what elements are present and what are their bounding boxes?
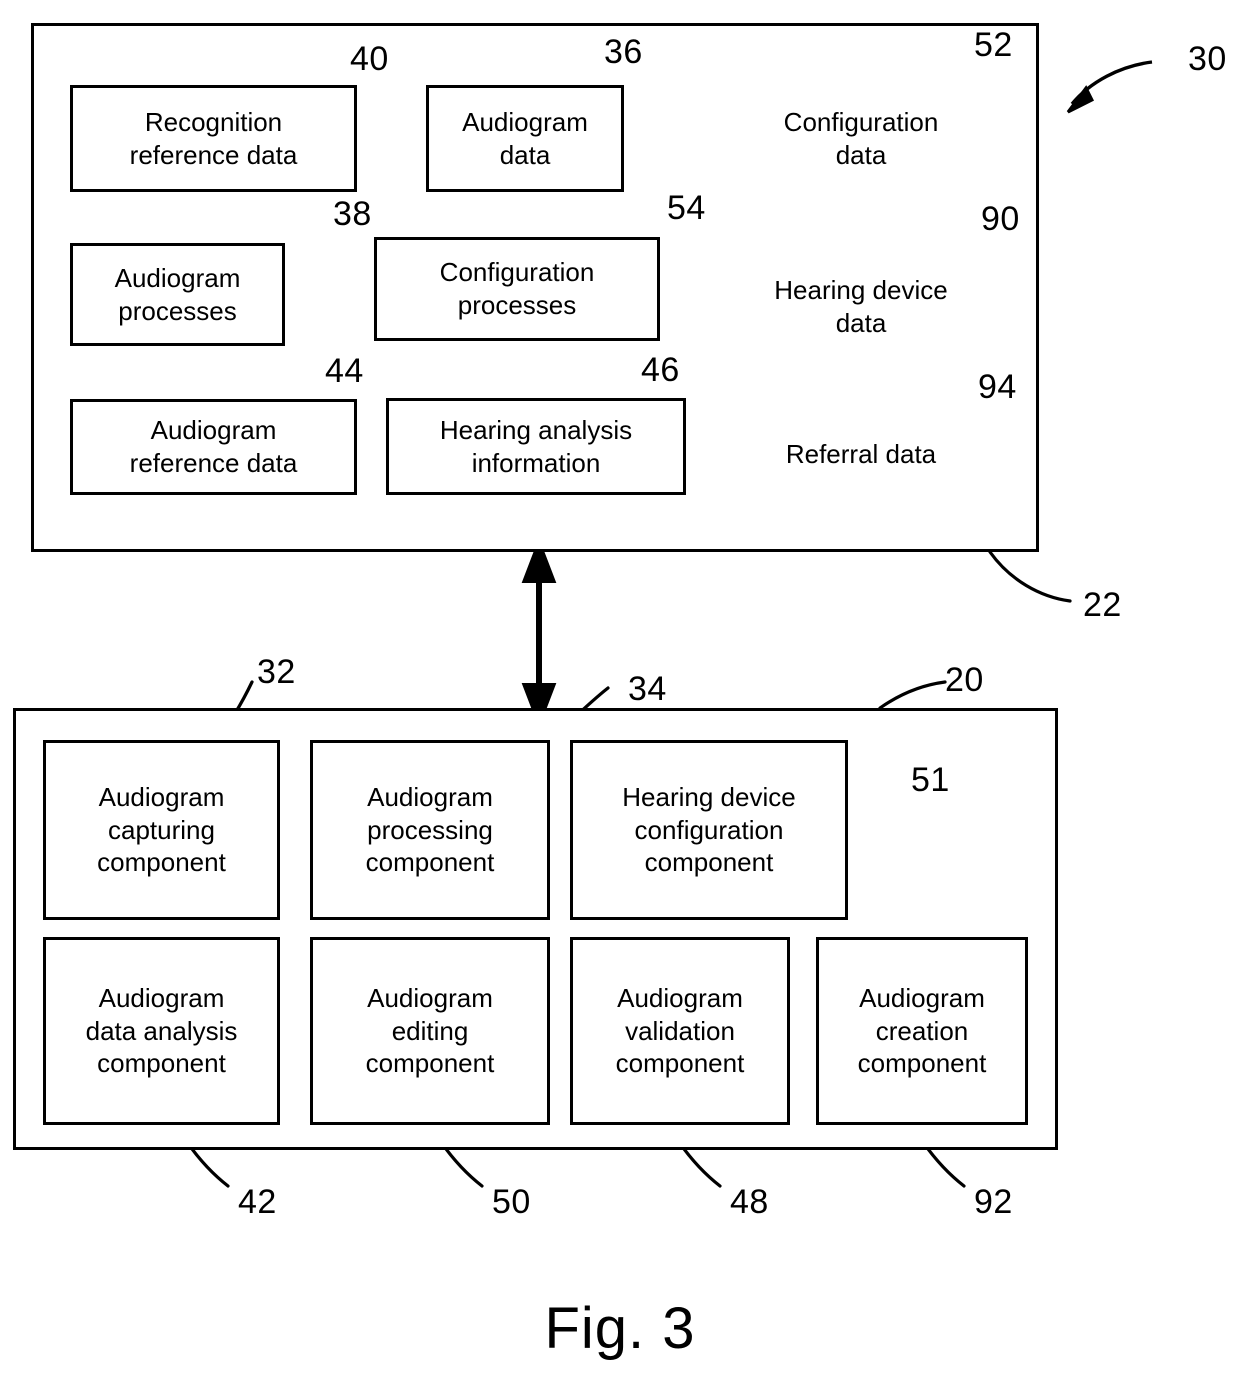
database-referral-data: Referral data <box>722 402 1000 510</box>
box-audiogram-capturing-component: Audiogram capturing component <box>43 740 280 920</box>
database-referral-data-label: Referral data <box>785 439 937 469</box>
box-hearing-device-configuration-component-label: Hearing device configuration component <box>622 781 796 878</box>
system-arrow-30-head <box>1066 85 1095 114</box>
box-audiogram-reference-data-label: Audiogram reference data <box>129 415 298 478</box>
box-audiogram-creation-component-label: Audiogram creation component <box>857 982 987 1079</box>
ref-numeral-40: 40 <box>350 40 389 78</box>
box-hearing-analysis-information-label: Hearing analysis information <box>439 414 633 478</box>
box-audiogram-processing-component: Audiogram processing component <box>310 740 550 920</box>
box-audiogram-processes-label: Audiogram processes <box>114 262 241 326</box>
database-hearing-device-data: Hearing device data <box>722 234 1000 372</box>
bidirectional-link-arrow <box>521 537 557 729</box>
ref-numeral-46: 46 <box>641 351 680 389</box>
box-audiogram-data-analysis-component: Audiogram data analysis component <box>43 937 280 1125</box>
ref-numeral-90: 90 <box>981 200 1020 238</box>
leader-22 <box>988 550 1072 603</box>
box-audiogram-processes: Audiogram processes <box>70 243 285 346</box>
ref-numeral-44: 44 <box>325 352 364 390</box>
system-arrow-30 <box>1070 60 1153 106</box>
box-hearing-analysis-information: Hearing analysis information <box>386 398 686 495</box>
box-configuration-processes-label: Configuration processes <box>439 257 595 320</box>
leader-20 <box>878 680 947 710</box>
box-audiogram-data-label: Audiogram data <box>462 106 588 170</box>
box-configuration-processes: Configuration processes <box>374 237 660 341</box>
database-hearing-device-data-label: Hearing device data <box>774 275 948 338</box>
box-audiogram-data: Audiogram data <box>426 85 624 192</box>
ref-numeral-30: 30 <box>1188 40 1227 78</box>
ref-numeral-51: 51 <box>911 761 950 799</box>
box-audiogram-validation-component: Audiogram validation component <box>570 937 790 1125</box>
box-audiogram-editing-component: Audiogram editing component <box>310 937 550 1125</box>
ref-numeral-22: 22 <box>1083 586 1122 624</box>
box-recognition-reference-data: Recognition reference data <box>70 85 357 192</box>
ref-numeral-52: 52 <box>974 26 1013 64</box>
box-audiogram-capturing-component-label: Audiogram capturing component <box>97 781 226 878</box>
box-hearing-device-configuration-component: Hearing device configuration component <box>570 740 848 920</box>
ref-numeral-34: 34 <box>628 670 667 708</box>
box-audiogram-creation-component: Audiogram creation component <box>816 937 1028 1125</box>
ref-numeral-50: 50 <box>492 1183 531 1221</box>
figure-caption: Fig. 3 <box>544 1296 696 1361</box>
box-audiogram-processing-component-label: Audiogram processing component <box>365 781 495 878</box>
box-audiogram-validation-component-label: Audiogram validation component <box>615 982 745 1079</box>
ref-numeral-38: 38 <box>333 195 372 233</box>
ref-numeral-32: 32 <box>257 653 296 691</box>
database-configuration-data: Configuration data <box>722 60 1000 198</box>
box-recognition-reference-data-label: Recognition reference data <box>129 106 298 170</box>
database-configuration-data-label: Configuration data <box>783 107 939 170</box>
ref-numeral-48: 48 <box>730 1183 769 1221</box>
ref-numeral-94: 94 <box>978 368 1017 406</box>
patent-figure-3: Recognition reference data Audiogram dat… <box>0 0 1240 1382</box>
box-audiogram-editing-component-label: Audiogram editing component <box>365 982 495 1079</box>
ref-numeral-36: 36 <box>604 33 643 71</box>
box-audiogram-reference-data: Audiogram reference data <box>70 399 357 495</box>
box-audiogram-data-analysis-component-label: Audiogram data analysis component <box>85 982 238 1079</box>
ref-numeral-54: 54 <box>667 189 706 227</box>
ref-numeral-92: 92 <box>974 1183 1013 1221</box>
ref-numeral-42: 42 <box>238 1183 277 1221</box>
ref-numeral-20: 20 <box>945 661 984 699</box>
